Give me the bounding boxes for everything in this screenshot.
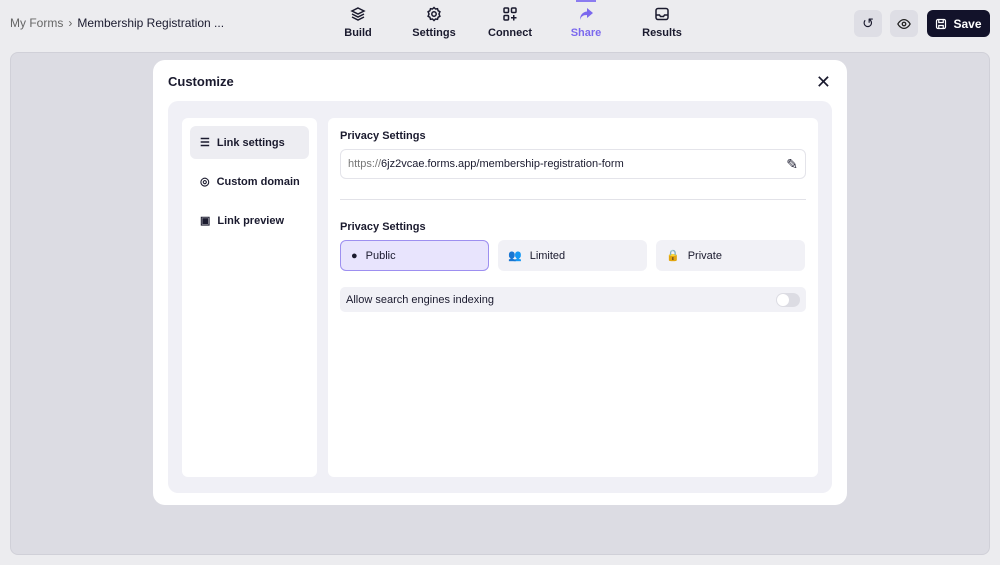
save-icon (936, 18, 947, 29)
tab-label: Build (344, 27, 372, 39)
indexing-toggle[interactable] (776, 292, 800, 307)
tab-label: Share (570, 27, 602, 39)
option-label: Limited (529, 249, 566, 262)
sidebar-item-custom-domain[interactable]: ◎ Custom domain (190, 165, 309, 198)
url-value: 6jz2vcae.forms.app/membership-registrati… (381, 158, 624, 170)
privacy-option-public[interactable]: ● Public (340, 240, 489, 271)
main-nav: Build Settings Connect Share Results (320, 0, 700, 39)
eye-icon (897, 18, 911, 29)
indexing-label: Allow search engines indexing (346, 293, 494, 306)
breadcrumb-current: Membership Registration ... (77, 16, 225, 30)
sliders-icon: ☰ (200, 137, 210, 149)
save-label: Save (953, 16, 982, 31)
privacy-options: ● Public 👥 Limited 🔒 Private (340, 240, 806, 271)
sidebar-item-link-settings[interactable]: ☰ Link settings (190, 126, 309, 159)
url-section-label: Privacy Settings (340, 130, 426, 142)
tab-label: Connect (488, 27, 532, 39)
globe-icon: ● (351, 249, 358, 262)
save-button[interactable]: Save (927, 10, 990, 37)
inbox-icon (655, 7, 669, 21)
share-icon (580, 8, 593, 20)
gear-icon (427, 6, 441, 22)
tab-connect[interactable]: Connect (472, 6, 548, 39)
breadcrumb: My Forms › Membership Registration ... (10, 16, 224, 30)
search-indexing-row: Allow search engines indexing (340, 287, 806, 312)
privacy-section-label: Privacy Settings (340, 221, 426, 233)
settings-sidebar: ☰ Link settings ◎ Custom domain ▣ Link prev… (182, 118, 317, 477)
history-button[interactable]: ↺ (854, 10, 882, 37)
tab-label: Settings (412, 27, 456, 39)
tab-share[interactable]: Share (548, 0, 624, 39)
tab-results[interactable]: Results (624, 6, 700, 39)
apps-add-icon (503, 7, 517, 21)
globe-icon: ◎ (200, 176, 210, 188)
modal-body: ☰ Link settings ◎ Custom domain ▣ Link prev… (168, 101, 832, 493)
layers-icon (350, 7, 366, 21)
sidebar-item-label: Link settings (216, 136, 285, 149)
history-icon: ↺ (862, 15, 874, 31)
link-settings-panel: Privacy Settings https://6jz2vcae.forms.… (328, 118, 818, 477)
users-icon: 👥 (508, 250, 522, 262)
form-url-field[interactable]: https://6jz2vcae.forms.app/membership-re… (340, 149, 806, 179)
modal-title: Customize (168, 74, 234, 89)
tab-label: Results (642, 27, 682, 39)
divider (340, 199, 806, 200)
breadcrumb-separator: › (68, 16, 73, 30)
sidebar-item-link-preview[interactable]: ▣ Link preview (190, 204, 309, 237)
customize-modal: Customize ✕ ☰ Link settings ◎ Custom domai… (153, 60, 847, 505)
privacy-option-limited[interactable]: 👥 Limited (498, 240, 647, 271)
sidebar-item-label: Link preview (217, 214, 285, 227)
option-label: Private (687, 249, 722, 262)
pencil-icon[interactable]: ✎ (786, 156, 798, 173)
privacy-option-private[interactable]: 🔒 Private (656, 240, 805, 271)
lock-icon: 🔒 (666, 250, 680, 262)
tab-build[interactable]: Build (320, 6, 396, 39)
sidebar-item-label: Custom domain (216, 175, 300, 188)
option-label: Public (365, 249, 396, 262)
tab-settings[interactable]: Settings (396, 6, 472, 39)
top-bar: My Forms › Membership Registration ... B… (0, 0, 1000, 46)
close-icon[interactable]: ✕ (816, 72, 831, 93)
breadcrumb-root[interactable]: My Forms (10, 16, 63, 30)
image-icon: ▣ (200, 215, 211, 227)
url-prefix: https:// (348, 158, 382, 170)
preview-button[interactable] (890, 10, 918, 37)
